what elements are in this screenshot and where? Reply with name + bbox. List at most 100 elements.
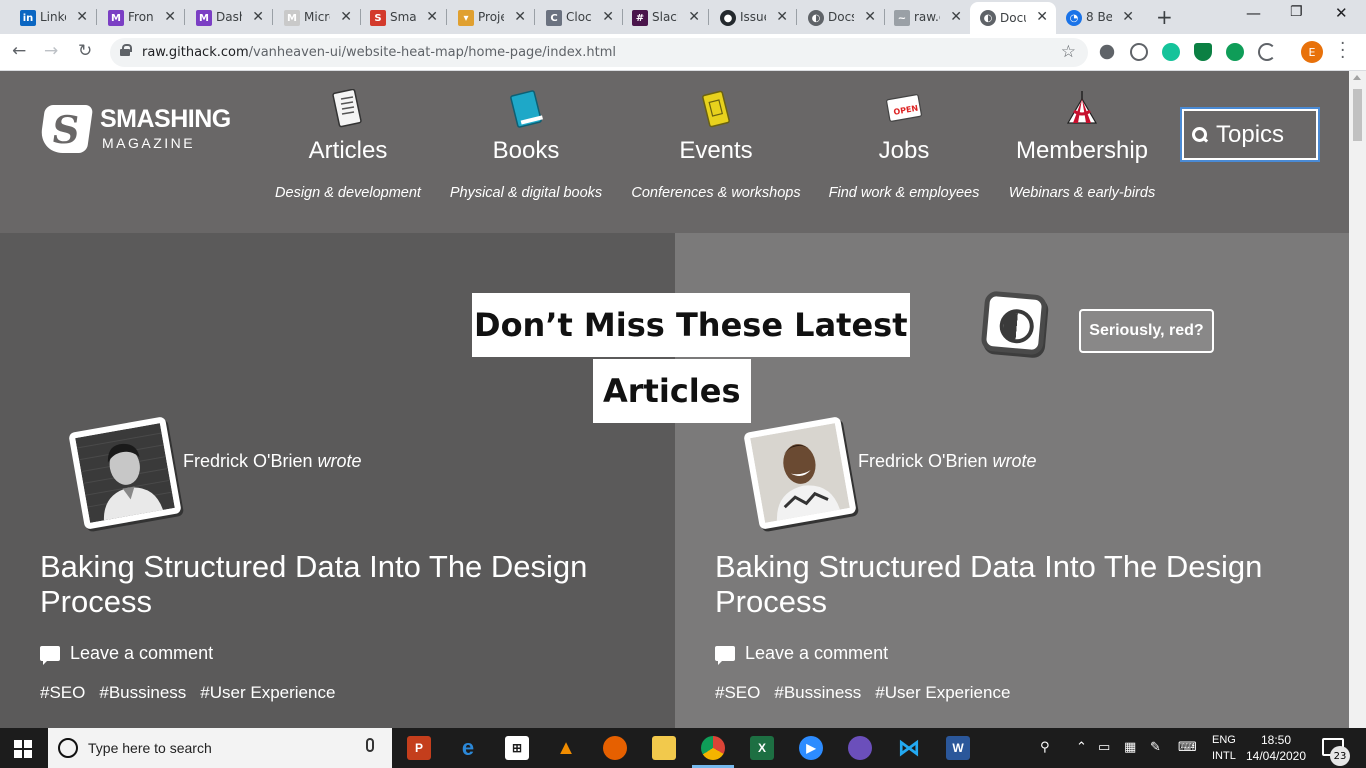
tab-clockify[interactable]: C Clockify ✕ [546,2,614,32]
tab-slack[interactable]: # Slack ✕ [632,2,700,32]
store-icon[interactable]: ⊞ [505,736,529,760]
tag-business[interactable]: #Bussiness [99,683,186,703]
nav-label: Membership [1015,137,1149,164]
close-icon[interactable]: ✕ [776,9,788,25]
extension-icon[interactable] [1226,43,1244,61]
close-icon[interactable]: ✕ [426,9,438,25]
tab-docs[interactable]: ◐ Docs ✕ [808,2,876,32]
tab-document-active[interactable]: ◐ Document ✕ [970,2,1056,34]
micro-icon: M [284,10,300,26]
github-icon: ● [720,10,736,26]
edge-icon[interactable]: e [456,735,480,760]
url-host: raw.githack.com [142,45,249,60]
author-avatar[interactable] [68,416,182,530]
close-icon[interactable]: ✕ [1036,9,1048,25]
tab-strip: in LinkedIn ✕ M Front ✕ M Dashboard ✕ M … [0,0,1366,34]
close-icon[interactable]: ✕ [340,9,352,25]
extension-icon[interactable] [1258,43,1276,61]
topics-label: Topics [1216,120,1285,148]
chrome-icon[interactable] [692,736,734,768]
tag-user-experience[interactable]: #User Experience [200,683,335,703]
seriously-red-button[interactable]: Seriously, red? [1079,309,1214,353]
chevron-up-icon[interactable]: ⌃ [1076,740,1087,755]
nav-label: Events [679,137,753,164]
tab-micro[interactable]: M Microsoft ✕ [284,2,352,32]
close-icon[interactable]: ✕ [864,9,876,25]
close-icon[interactable]: ✕ [514,9,526,25]
author-name[interactable]: Fredrick O'Brien [858,451,987,471]
tag-business[interactable]: #Bussiness [774,683,861,703]
open-sign-icon: OPEN [886,94,922,122]
tab-dashboard[interactable]: M Dashboard ✕ [196,2,264,32]
article-title[interactable]: Baking Structured Data Into The Design P… [715,549,1335,619]
reload-icon[interactable]: ↻ [78,41,92,61]
extension-icon[interactable] [1099,44,1115,60]
tag-user-experience[interactable]: #User Experience [875,683,1010,703]
microphone-icon[interactable] [366,738,374,752]
grammarly-icon[interactable] [1162,43,1180,61]
close-icon[interactable]: ✕ [602,9,614,25]
file-explorer-icon[interactable] [652,736,676,760]
tab-front[interactable]: M Front ✕ [108,2,176,32]
ticket-icon [702,90,730,128]
author-avatar[interactable] [743,416,857,530]
word-icon[interactable]: W [946,736,970,760]
close-window-icon[interactable]: ✕ [1335,4,1348,22]
minimize-icon[interactable]: — [1246,4,1261,22]
windows-start-icon[interactable] [14,740,32,758]
shield-icon[interactable] [1194,43,1212,61]
gitlab-icon[interactable] [848,736,872,760]
close-icon[interactable]: ✕ [164,9,176,25]
close-icon[interactable]: ✕ [688,9,700,25]
address-bar[interactable]: raw.githack.com/vanheaven-ui/website-hea… [110,38,1088,67]
new-tab-button[interactable]: + [1156,5,1173,29]
vlc-icon[interactable]: ▲ [554,736,578,760]
language-indicator[interactable]: ENG INTL [1212,732,1236,764]
battery-icon[interactable]: ▭ [1098,740,1110,755]
article-title[interactable]: Baking Structured Data Into The Design P… [40,549,660,619]
restore-icon[interactable]: ❐ [1290,4,1303,20]
tab-issues[interactable]: ● Issues ✕ [720,2,788,32]
tab-smashing[interactable]: S Smashing ✕ [370,2,438,32]
close-icon[interactable]: ✕ [1122,9,1134,25]
zoom-icon[interactable]: ▶ [799,736,823,760]
topics-search-button[interactable]: Topics [1180,107,1320,162]
bookmark-star-icon[interactable]: ☆ [1061,42,1076,62]
tab-linkedin[interactable]: in LinkedIn ✕ [20,2,88,32]
tab-githack[interactable]: ~ raw.githack ✕ [894,2,962,32]
keyboard-icon[interactable]: ⌨ [1178,740,1197,755]
tag-seo[interactable]: #SEO [40,683,85,703]
page-scrollbar[interactable] [1349,71,1366,728]
close-icon[interactable]: ✕ [252,9,264,25]
scroll-up-icon[interactable] [1353,75,1361,80]
profile-avatar[interactable]: E [1301,41,1323,63]
network-icon[interactable]: ▦ [1124,740,1136,755]
leave-comment-link[interactable]: Leave a comment [715,643,888,665]
system-clock[interactable]: 18:50 14/04/2020 [1244,732,1308,764]
forward-arrow-icon[interactable]: → [44,41,58,61]
author-photo [750,423,850,523]
notification-count-badge: 23 [1330,746,1350,766]
powerpoint-icon[interactable]: P [407,736,431,760]
tab-projects[interactable]: ▾ Projects ✕ [458,2,526,32]
nav-label: Books [492,137,560,164]
people-icon[interactable]: ⚲ [1040,740,1050,755]
vscode-icon[interactable]: ⋈ [897,735,921,760]
scrollbar-thumb[interactable] [1353,89,1362,141]
firefox-icon[interactable] [603,736,627,760]
close-icon[interactable]: ✕ [950,9,962,25]
taskbar-search[interactable]: Type here to search [48,728,392,768]
tag-seo[interactable]: #SEO [715,683,760,703]
contrast-toggle-icon[interactable] [980,290,1048,356]
leave-comment-link[interactable]: Leave a comment [40,643,213,665]
menu-dots-icon[interactable]: · · · [1340,36,1345,67]
pen-icon[interactable]: ✎ [1150,740,1161,755]
back-arrow-icon[interactable]: ← [12,41,26,61]
excel-icon[interactable]: X [750,736,774,760]
comment-icon [40,646,60,665]
close-icon[interactable]: ✕ [76,9,88,25]
author-name[interactable]: Fredrick O'Brien [183,451,312,471]
lock-icon [120,44,132,56]
tab-8-best[interactable]: ◔ 8 Best ✕ [1066,2,1134,32]
extension-icon[interactable] [1130,43,1148,61]
